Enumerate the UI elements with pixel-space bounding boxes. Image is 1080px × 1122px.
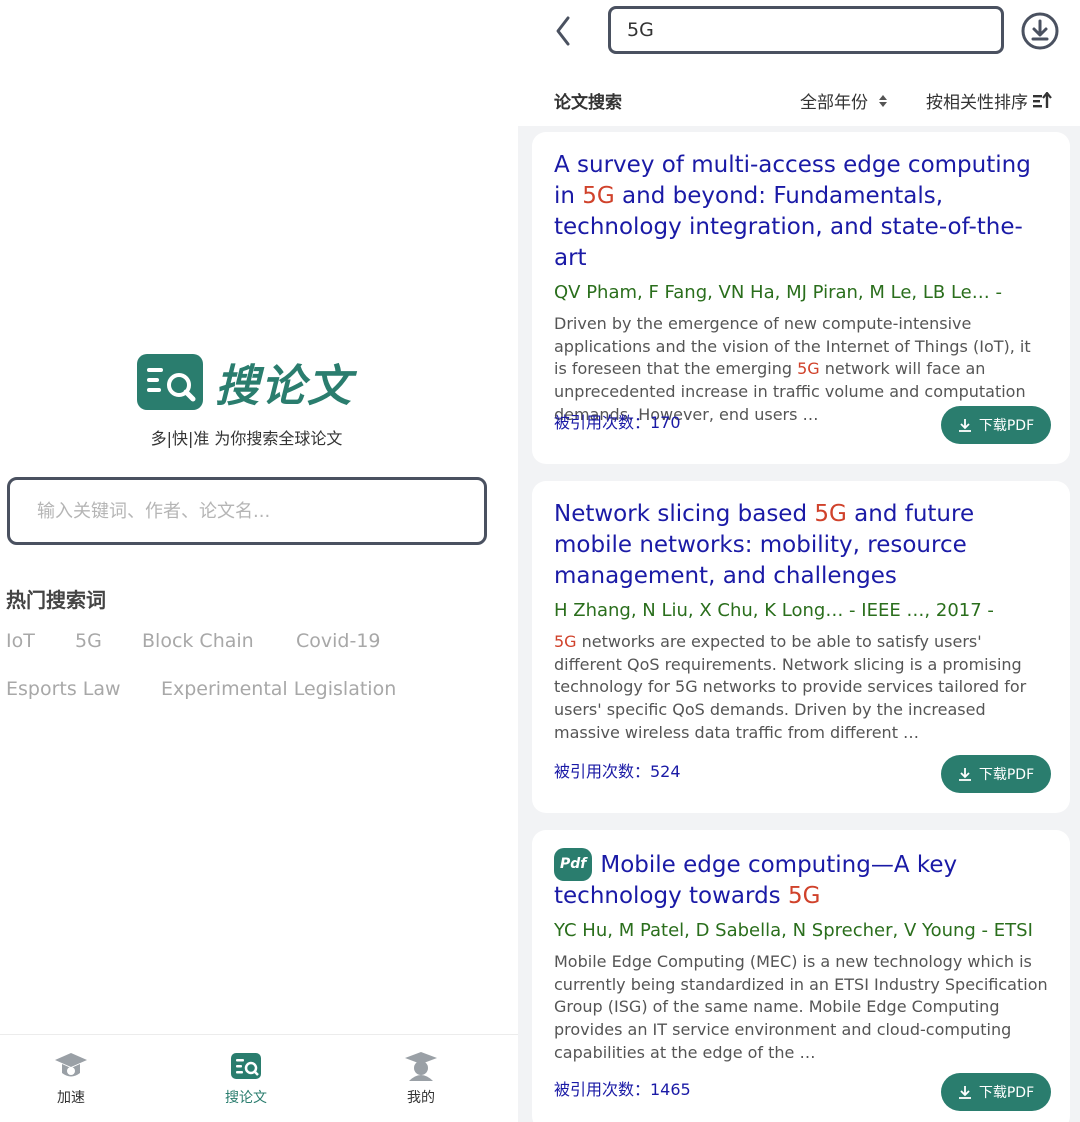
year-filter[interactable]: 全部年份 — [800, 88, 890, 113]
paper-abstract: 5G networks are expected to be able to s… — [554, 632, 1027, 742]
graduation-cap-icon — [54, 1051, 88, 1081]
nav-label: 加速 — [57, 1090, 85, 1106]
download-icon[interactable] — [1021, 12, 1059, 50]
download-pdf-button[interactable]: 下载PDF — [941, 755, 1051, 793]
download-icon — [958, 419, 971, 432]
nav-item-speed[interactable]: 加速 — [36, 1051, 106, 1107]
hot-tag[interactable]: Esports Law — [6, 678, 121, 700]
paper-abstract: Mobile Edge Computing (MEC) is a new tec… — [554, 952, 1048, 1062]
pdf-badge: Pdf — [554, 848, 593, 881]
paper-authors: YC Hu, M Patel, D Sabella, N Sprecher, V… — [554, 920, 1033, 941]
app-logo: 搜论文 — [137, 350, 353, 414]
back-icon[interactable] — [552, 14, 576, 48]
hot-search-title: 热门搜索词 — [6, 588, 106, 612]
bottom-nav: 加速 搜论文 我的 — [0, 1034, 518, 1122]
nav-item-profile[interactable]: 我的 — [386, 1051, 456, 1107]
hot-tag[interactable]: Block Chain — [142, 630, 254, 652]
hot-tag[interactable]: IoT — [6, 630, 35, 652]
search-input[interactable]: 5G — [608, 6, 1004, 54]
result-card: Pdf Mobile edge computing—A key technolog… — [532, 830, 1070, 1122]
download-icon — [958, 1086, 971, 1099]
results-screen: 5G 论文搜索 全部年份 按相关性排序 A survey of multi-ac… — [518, 0, 1080, 1122]
paper-title[interactable]: A survey of multi-access edge computing … — [554, 150, 1048, 274]
sort-filter[interactable]: 按相关性排序 — [926, 88, 1052, 113]
sort-icon — [1033, 91, 1052, 108]
paper-title[interactable]: Network slicing based 5G and future mobi… — [554, 499, 1048, 592]
citation-count[interactable]: 被引用次数：524 — [554, 758, 681, 782]
citation-count[interactable]: 被引用次数：1465 — [554, 1076, 691, 1100]
filter-row: 论文搜索 全部年份 按相关性排序 — [554, 88, 1064, 114]
result-card: Network slicing based 5G and future mobi… — [532, 481, 1070, 813]
hot-tag[interactable]: Experimental Legislation — [161, 678, 396, 700]
nav-label: 搜论文 — [225, 1090, 267, 1106]
result-card: A survey of multi-access edge computing … — [532, 132, 1070, 464]
year-filter-label: 全部年份 — [800, 93, 868, 113]
search-input[interactable] — [37, 500, 484, 522]
paper-title[interactable]: Pdf Mobile edge computing—A key technolog… — [554, 848, 1048, 912]
home-screen: 搜论文 多|快|准 为你搜索全球论文 热门搜索词 IoT 5G Block Ch… — [0, 0, 518, 1122]
user-cap-icon — [404, 1051, 438, 1081]
hot-tag[interactable]: 5G — [75, 630, 102, 652]
hot-tag[interactable]: Covid-19 — [296, 630, 381, 652]
paper-authors: H Zhang, N Liu, X Chu, K Long… - IEEE …,… — [554, 600, 994, 621]
download-pdf-button[interactable]: 下载PDF — [941, 406, 1051, 444]
download-pdf-button[interactable]: 下载PDF — [941, 1073, 1051, 1111]
filter-title: 论文搜索 — [554, 93, 622, 113]
citation-count[interactable]: 被引用次数：170 — [554, 409, 681, 433]
results-header: 5G 论文搜索 全部年份 按相关性排序 — [518, 0, 1080, 126]
paper-authors: QV Pham, F Fang, VN Ha, MJ Piran, M Le, … — [554, 282, 1002, 303]
sort-arrows-icon — [879, 94, 887, 107]
sort-label: 按相关性排序 — [926, 93, 1028, 113]
download-icon — [958, 768, 971, 781]
search-paper-icon — [137, 354, 203, 410]
search-paper-icon — [229, 1051, 263, 1081]
nav-label: 我的 — [407, 1090, 435, 1106]
search-field[interactable] — [7, 477, 487, 545]
app-name: 搜论文 — [215, 361, 353, 412]
slogan: 多|快|准 为你搜索全球论文 — [150, 429, 343, 448]
nav-item-search[interactable]: 搜论文 — [211, 1051, 281, 1107]
